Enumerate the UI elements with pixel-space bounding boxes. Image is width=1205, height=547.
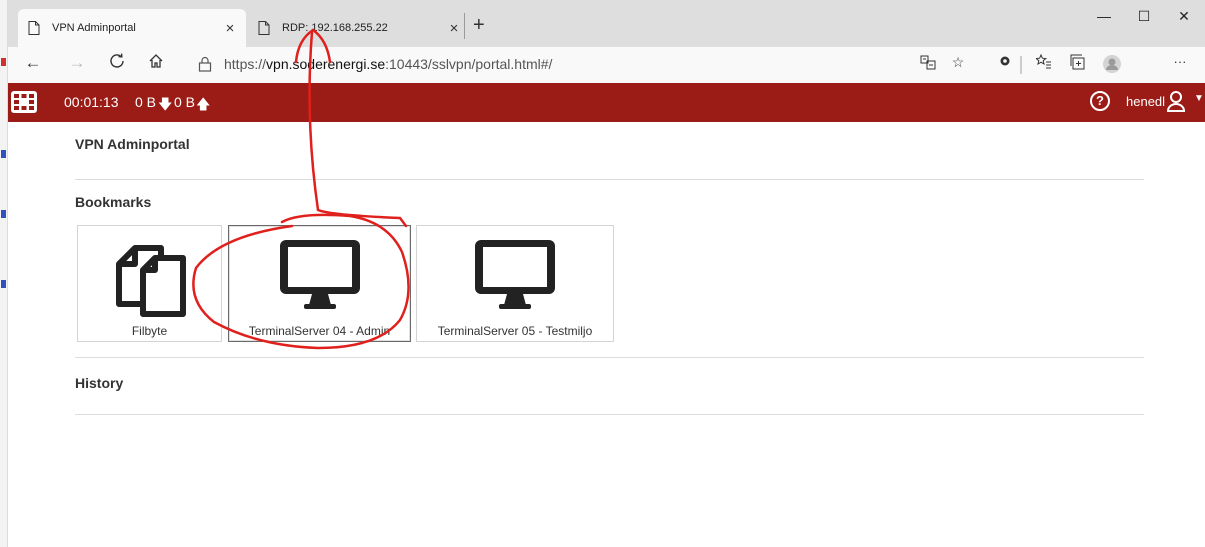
help-button[interactable]: ? xyxy=(1090,91,1110,111)
profile-avatar-icon[interactable] xyxy=(1100,54,1124,76)
page-title: VPN Adminportal xyxy=(75,136,190,152)
bookmark-label: TerminalServer 05 - Testmiljo xyxy=(437,324,593,338)
divider xyxy=(75,414,1144,415)
bookmarks-heading: Bookmarks xyxy=(75,194,152,210)
maximize-button[interactable]: ☐ xyxy=(1124,8,1164,25)
user-icon[interactable] xyxy=(1166,90,1186,112)
history-heading: History xyxy=(75,375,124,391)
upload-arrow-icon: 🡅 xyxy=(196,96,211,112)
tab-vpn-adminportal[interactable]: VPN Adminportal × xyxy=(18,9,246,47)
monitor-icon xyxy=(475,240,555,309)
bookmark-filbyte[interactable]: Filbyte xyxy=(77,225,222,342)
divider xyxy=(75,357,1144,358)
url-scheme: https:// xyxy=(224,56,267,72)
files-icon xyxy=(115,245,186,317)
bookmark-label: TerminalServer 04 - Admin xyxy=(248,324,391,338)
bookmark-label: Filbyte xyxy=(131,324,168,338)
tab-close-button[interactable]: × xyxy=(220,20,240,37)
bookmark-terminalserver-04[interactable]: TerminalServer 04 - Admin xyxy=(228,225,411,342)
upload-bytes: 0 B xyxy=(174,94,196,110)
minimize-button[interactable]: — xyxy=(1084,8,1124,24)
new-tab-button[interactable]: + xyxy=(464,13,485,39)
tab-rdp[interactable]: RDP: 192.168.255.22 × xyxy=(248,9,470,47)
vpn-portal-bar: 00:01:13 0 B 🡇 0 B 🡅 ? henedl ▼ xyxy=(8,83,1205,122)
page-icon xyxy=(258,21,270,35)
url-path: :10443/sslvpn/portal.html#/ xyxy=(385,56,553,72)
toolbar-divider xyxy=(1020,56,1022,74)
lock-icon xyxy=(198,56,212,72)
page-icon xyxy=(28,21,40,35)
home-icon xyxy=(149,54,163,68)
address-toolbar: ← → https://vpn.soderenergi.se:10443/ssl… xyxy=(8,47,1205,83)
favorites-icon[interactable] xyxy=(1032,53,1056,76)
extension-icon[interactable] xyxy=(993,54,1017,76)
address-bar[interactable]: https://vpn.soderenergi.se:10443/sslvpn/… xyxy=(188,50,918,78)
refresh-icon xyxy=(110,53,124,68)
favorite-star-icon[interactable]: ☆ xyxy=(946,54,970,76)
background-window-edge xyxy=(0,0,8,547)
divider xyxy=(75,179,1144,180)
fortinet-logo-icon xyxy=(11,91,37,113)
forward-button[interactable]: → xyxy=(64,53,90,73)
tab-close-button[interactable]: × xyxy=(444,20,464,37)
collections-icon[interactable] xyxy=(1066,54,1090,76)
download-bytes: 0 B xyxy=(135,94,157,110)
more-menu-icon[interactable]: ··· xyxy=(1168,54,1192,76)
home-button[interactable] xyxy=(143,53,169,74)
session-timer: 00:01:13 xyxy=(64,94,119,110)
translate-icon[interactable] xyxy=(916,54,940,76)
back-button[interactable]: ← xyxy=(20,53,46,73)
download-arrow-icon: 🡇 xyxy=(158,96,173,112)
portal-content: VPN Adminportal Bookmarks Filbyte Termin… xyxy=(8,122,1205,547)
monitor-icon xyxy=(279,240,360,309)
close-window-button[interactable]: ✕ xyxy=(1164,8,1204,25)
url-domain: vpn.soderenergi.se xyxy=(266,56,386,72)
refresh-button[interactable] xyxy=(104,53,130,74)
chevron-down-icon[interactable]: ▼ xyxy=(1194,93,1204,104)
tab-label: VPN Adminportal xyxy=(52,22,136,34)
username-label[interactable]: henedl xyxy=(1126,94,1165,109)
tab-bar: VPN Adminportal × RDP: 192.168.255.22 × … xyxy=(8,0,1205,47)
bookmark-terminalserver-05[interactable]: TerminalServer 05 - Testmiljo xyxy=(416,225,614,342)
tab-label: RDP: 192.168.255.22 xyxy=(282,22,388,34)
